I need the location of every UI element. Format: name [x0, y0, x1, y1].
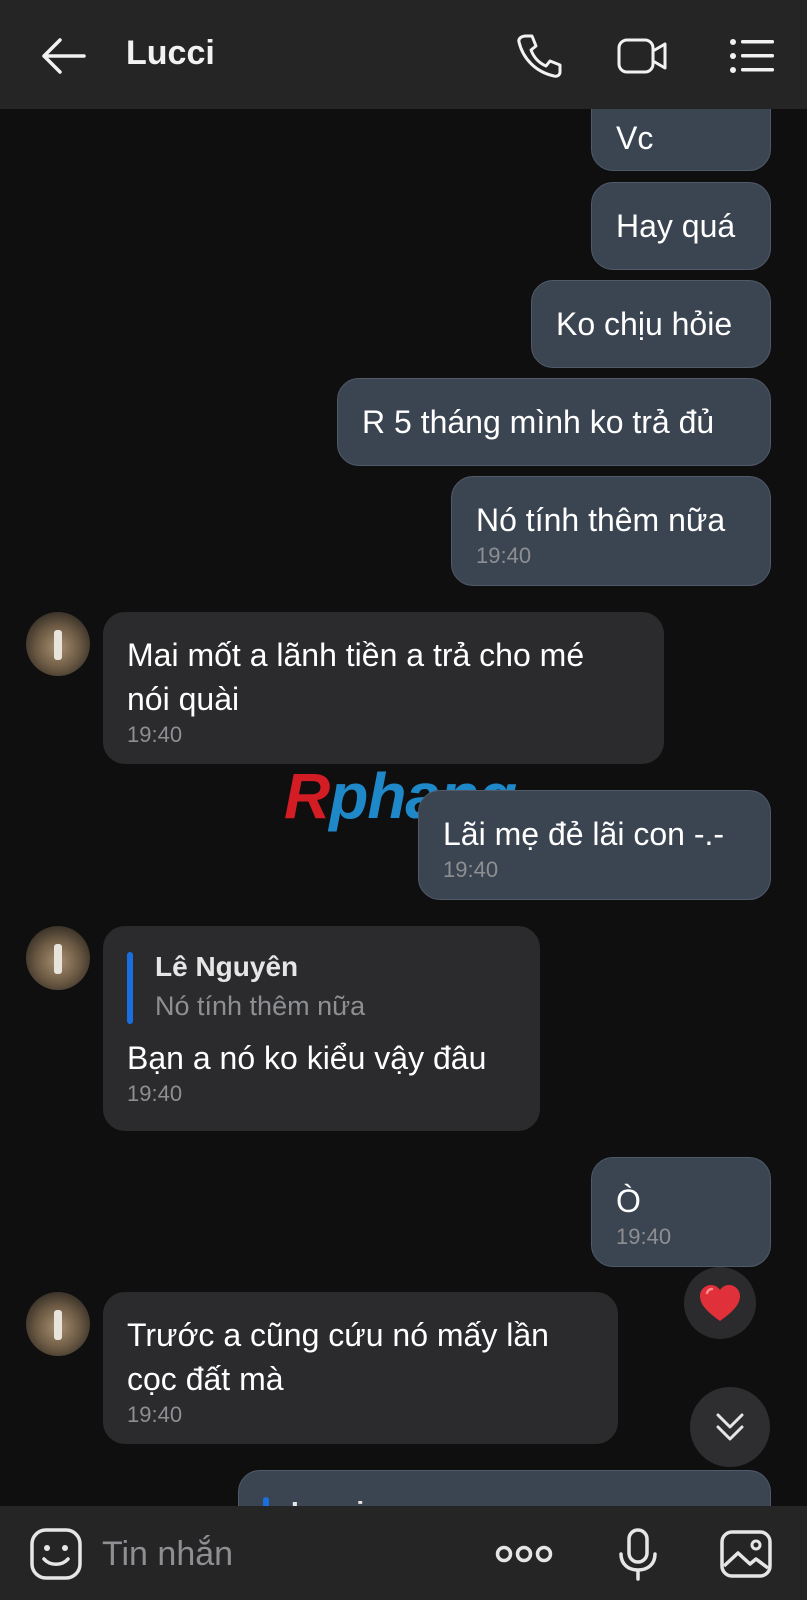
message-timestamp: 19:40: [127, 1081, 183, 1106]
message-bubble-outgoing[interactable]: Ò 19:40: [591, 1157, 771, 1267]
message-timestamp: 19:40: [127, 722, 183, 747]
reply-accent-bar: [263, 1497, 269, 1506]
message-text: Trước a cũng cứu nó mấy lần cọc đất mà: [127, 1317, 549, 1397]
quoted-reply[interactable]: Lucci: [263, 1493, 746, 1506]
contact-avatar[interactable]: [26, 612, 90, 676]
message-bubble-incoming[interactable]: Lê Nguyên Nó tính thêm nữa Bạn a nó ko k…: [103, 926, 540, 1131]
sticker-emoji-icon[interactable]: [28, 1526, 84, 1582]
message-text: Ò: [616, 1183, 641, 1219]
message-text: Bạn a nó ko kiểu vậy đâu: [127, 1040, 487, 1076]
message-list[interactable]: Vc Hay quá Ko chịu hỏie R 5 tháng mình k…: [0, 109, 807, 1506]
options-list-icon[interactable]: [726, 30, 780, 82]
message-bubble-outgoing[interactable]: Nó tính thêm nữa 19:40: [451, 476, 771, 586]
scroll-to-bottom-button[interactable]: [690, 1387, 770, 1467]
avatar-figure: [54, 630, 62, 660]
avatar-figure: [54, 1310, 62, 1340]
quoted-reply[interactable]: Lê Nguyên Nó tính thêm nữa: [127, 948, 516, 1026]
back-arrow-icon[interactable]: [36, 32, 88, 80]
message-bubble-incoming[interactable]: Mai mốt a lãnh tiền a trả cho mé nói quà…: [103, 612, 664, 764]
reaction-button[interactable]: [684, 1267, 756, 1339]
phone-call-icon[interactable]: [512, 30, 566, 82]
message-timestamp: 19:40: [127, 1402, 183, 1427]
reply-author: Lucci: [291, 1493, 746, 1506]
message-text: Ko chịu hỏie: [556, 306, 733, 342]
message-text: R 5 tháng mình ko trả đủ: [362, 404, 715, 440]
message-text: Mai mốt a lãnh tiền a trả cho mé nói quà…: [127, 637, 585, 717]
more-options-icon[interactable]: [492, 1526, 556, 1582]
message-text: Nó tính thêm nữa: [476, 502, 726, 538]
message-bubble-incoming[interactable]: Trước a cũng cứu nó mấy lần cọc đất mà 1…: [103, 1292, 618, 1444]
reply-snippet: Nó tính thêm nữa: [155, 991, 366, 1021]
message-bubble-outgoing[interactable]: Ko chịu hỏie: [531, 280, 771, 368]
microphone-icon[interactable]: [610, 1526, 666, 1582]
message-bubble-outgoing[interactable]: R 5 tháng mình ko trả đủ: [337, 378, 771, 466]
message-bubble-outgoing[interactable]: Vc: [591, 109, 771, 171]
contact-avatar[interactable]: [26, 1292, 90, 1356]
contact-avatar[interactable]: [26, 926, 90, 990]
message-text: Lãi mẹ đẻ lãi con -.-: [443, 816, 725, 852]
reply-author: Lê Nguyên: [155, 951, 299, 982]
message-bubble-outgoing[interactable]: Lucci: [238, 1470, 771, 1506]
image-gallery-icon[interactable]: [718, 1526, 774, 1582]
heart-icon: [700, 1285, 740, 1321]
chat-header: Lucci: [0, 0, 807, 109]
reply-accent-bar: [127, 952, 133, 1024]
message-bubble-outgoing[interactable]: Hay quá: [591, 182, 771, 270]
message-text: Hay quá: [616, 208, 736, 244]
message-composer: [0, 1506, 807, 1600]
avatar-figure: [54, 944, 62, 974]
message-input[interactable]: [100, 1524, 464, 1584]
video-call-icon[interactable]: [615, 30, 669, 82]
message-timestamp: 19:40: [616, 1224, 672, 1249]
message-timestamp: 19:40: [476, 543, 532, 568]
watermark-letter: R: [284, 760, 330, 832]
double-chevron-down-icon: [716, 1413, 744, 1441]
message-timestamp: 19:40: [443, 857, 499, 882]
contact-name[interactable]: Lucci: [126, 34, 215, 73]
message-bubble-outgoing[interactable]: Lãi mẹ đẻ lãi con -.- 19:40: [418, 790, 771, 900]
message-text: Vc: [616, 120, 654, 156]
